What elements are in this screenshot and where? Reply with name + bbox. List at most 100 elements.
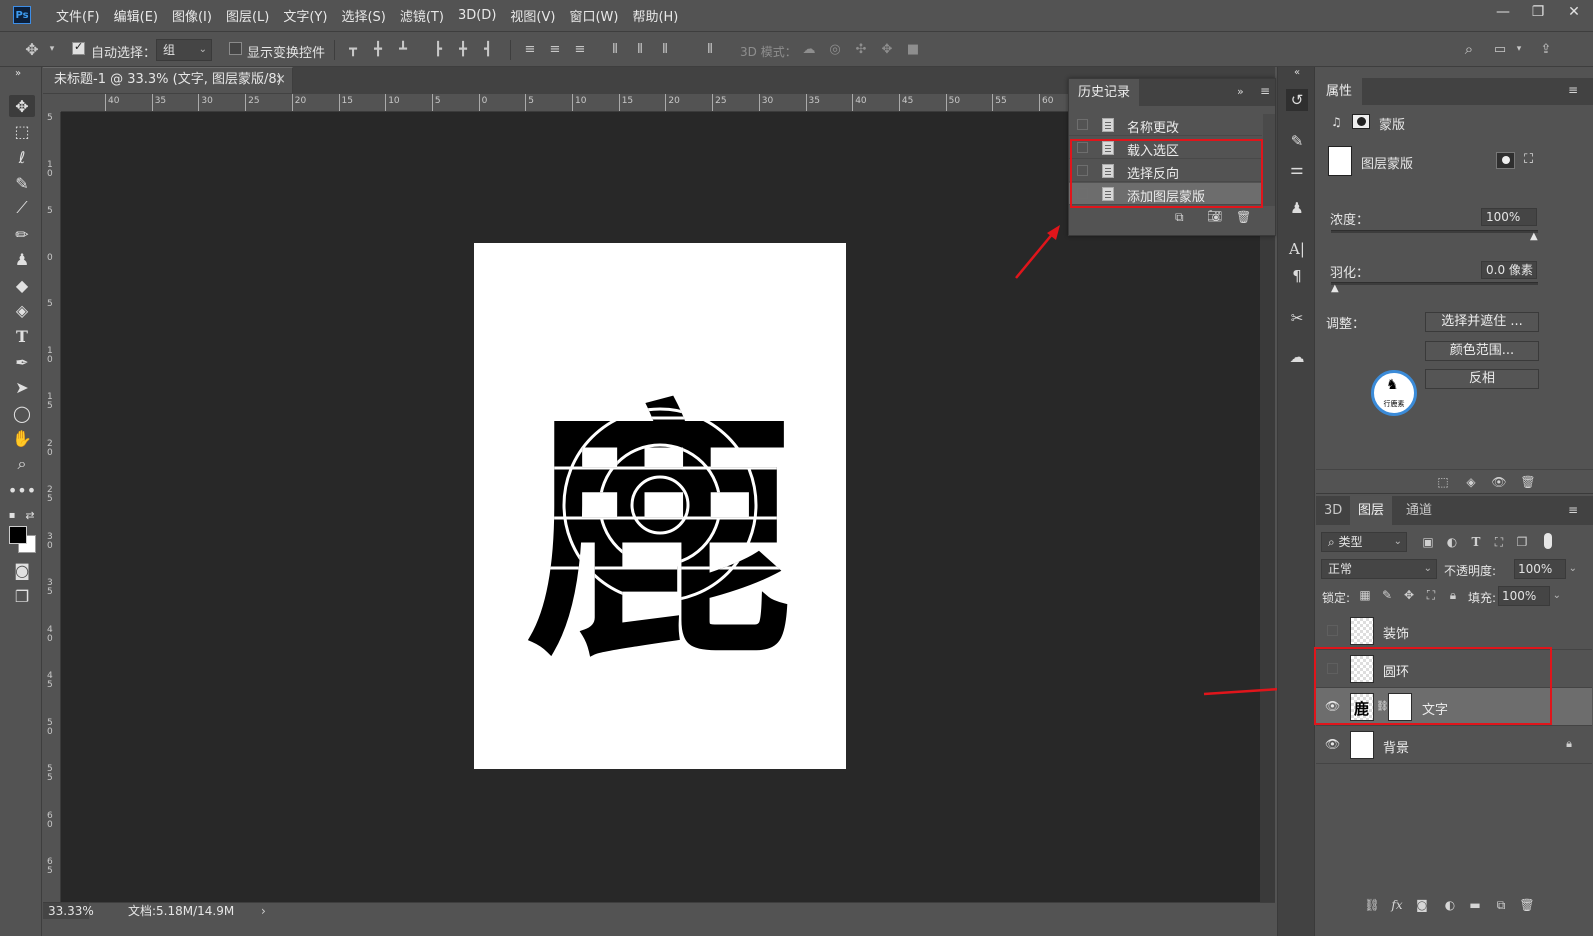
filter-pixel-icon[interactable]: ▣	[1419, 535, 1437, 551]
add-vector-mask-icon[interactable]: ⛶	[1524, 152, 1533, 167]
collapse-panel-icon[interactable]: »	[1237, 85, 1244, 98]
opacity-field[interactable]: 100% ⌄	[1514, 559, 1577, 579]
panel-menu-icon[interactable]: ≡	[1568, 503, 1578, 517]
load-selection-icon[interactable]: ⬚	[1434, 475, 1452, 491]
move-tool-icon[interactable]: ✥	[9, 95, 35, 117]
align-right-icon[interactable]: ┫	[480, 41, 496, 57]
lock-pixels-icon[interactable]: ✎	[1378, 588, 1396, 604]
eye-icon[interactable]: 👁︎	[1325, 737, 1340, 751]
layer-name[interactable]: 装饰	[1383, 623, 1409, 642]
lock-artboard-icon[interactable]: ⛶	[1422, 588, 1440, 604]
swap-colors-icon[interactable]: ⇄	[24, 504, 36, 526]
auto-select-checkbox[interactable]	[72, 40, 85, 55]
delete-mask-icon[interactable]: 🗑︎	[1519, 475, 1537, 491]
zoom-tool-icon[interactable]: ⌕	[9, 453, 35, 475]
align-vcenter-icon[interactable]: ╋	[370, 41, 386, 57]
menu-window[interactable]: 窗口(W)	[562, 6, 625, 25]
layer-name[interactable]: 背景	[1383, 737, 1409, 756]
align-top-icon[interactable]: ┳	[345, 41, 361, 57]
libraries-icon[interactable]: ☁	[1286, 346, 1308, 368]
new-adjustment-layer-icon[interactable]: ◐	[1441, 898, 1459, 914]
3d-pan-icon[interactable]: ✣	[853, 41, 869, 57]
filter-shape-icon[interactable]: ⛶	[1490, 535, 1508, 551]
dropdown-chevron-icon[interactable]: ⌄	[1569, 560, 1577, 578]
fx-icon[interactable]: fx	[1388, 898, 1406, 914]
menu-image[interactable]: 图像(I)	[165, 6, 219, 25]
blend-mode-dropdown[interactable]: 正常 ⌄	[1321, 559, 1437, 579]
menu-filter[interactable]: 滤镜(T)	[393, 6, 451, 25]
workspace-chevron-icon[interactable]: ▾	[1511, 41, 1527, 57]
default-colors-icon[interactable]: ▪	[6, 504, 18, 526]
feather-field[interactable]: 0.0 像素	[1481, 261, 1537, 279]
tab-channels[interactable]: 通道	[1398, 496, 1440, 525]
eraser-tool-icon[interactable]: ◆	[9, 274, 35, 296]
align-hcenter-icon[interactable]: ╋	[455, 41, 471, 57]
menu-edit[interactable]: 编辑(E)	[107, 6, 165, 25]
visibility-toggle[interactable]	[1327, 625, 1338, 636]
close-tab-icon[interactable]: ×	[275, 68, 286, 92]
search-icon[interactable]: ⌕	[1461, 40, 1477, 58]
panel-menu-icon[interactable]: ≡	[1568, 83, 1578, 97]
document-canvas[interactable]: 鹿 鹿	[474, 243, 846, 769]
menu-layer[interactable]: 图层(L)	[219, 6, 276, 25]
add-mask-icon[interactable]: ◙	[1413, 898, 1431, 914]
align-bottom-icon[interactable]: ┻	[395, 41, 411, 57]
tab-3d[interactable]: 3D	[1316, 496, 1350, 525]
3d-roll-icon[interactable]: ◎	[827, 41, 843, 57]
quick-select-tool-icon[interactable]: ✎	[9, 172, 35, 194]
paint-bucket-tool-icon[interactable]: ◈	[9, 299, 35, 321]
distribute-left-icon[interactable]: ⦀	[607, 41, 623, 57]
lock-all-icon[interactable]: 🔒︎	[1444, 588, 1462, 604]
brush-settings-icon[interactable]: ✎	[1286, 130, 1308, 152]
move-tool-icon[interactable]: ✥	[24, 40, 40, 59]
lasso-tool-icon[interactable]: ℓ	[9, 146, 35, 168]
density-slider[interactable]: ▲	[1331, 230, 1538, 242]
more-tools-icon[interactable]: •••	[8, 479, 36, 501]
type-tool-icon[interactable]: T	[9, 325, 35, 347]
menu-view[interactable]: 视图(V)	[503, 6, 562, 25]
3d-orbit-icon[interactable]: ☁	[801, 41, 817, 57]
feather-slider[interactable]: ▲	[1331, 282, 1538, 294]
apply-mask-icon[interactable]: ◈	[1462, 475, 1480, 491]
invert-button[interactable]: 反相	[1425, 369, 1539, 389]
auto-select-dropdown[interactable]: 组 ⌄	[156, 39, 212, 61]
filter-toggle-switch[interactable]	[1544, 533, 1552, 549]
lock-icon[interactable]: 🔒︎	[1566, 737, 1572, 751]
distribute-hcenter-icon[interactable]: ⦀	[632, 41, 648, 57]
distribute-bottom-icon[interactable]: ≡	[572, 41, 588, 57]
toggle-mask-visibility-icon[interactable]: 👁︎	[1490, 475, 1508, 491]
menu-type[interactable]: 文字(Y)	[276, 6, 334, 25]
paragraph-panel-icon[interactable]: ¶	[1286, 265, 1308, 287]
select-layer-mask-icon[interactable]	[1496, 152, 1515, 169]
document-tab[interactable]: 未标题-1 @ 33.3% (文字, 图层蒙版/8) * ×	[43, 67, 293, 111]
filter-adjustment-icon[interactable]: ◐	[1443, 535, 1461, 551]
quick-mask-icon[interactable]: ◙	[9, 559, 35, 581]
density-slider-thumb[interactable]: ▲	[1530, 231, 1538, 242]
show-transform-controls-checkbox[interactable]	[229, 42, 242, 55]
lock-position-icon[interactable]: ✥	[1400, 588, 1418, 604]
menu-3d[interactable]: 3D(D)	[451, 8, 503, 23]
distribute-vcenter-icon[interactable]: ≡	[547, 41, 563, 57]
adjustments-icon[interactable]: ⚌	[1286, 158, 1308, 180]
trash-icon[interactable]: 🗑︎	[1236, 210, 1251, 224]
new-document-from-state-icon[interactable]: ⧉	[1175, 210, 1184, 225]
history-scrollbar[interactable]	[1263, 114, 1275, 206]
color-range-button[interactable]: 颜色范围...	[1425, 341, 1539, 361]
3d-scale-icon[interactable]: ■	[905, 41, 921, 57]
tool-preset-chevron-icon[interactable]: ▾	[44, 41, 60, 57]
expand-panels-icon[interactable]: «	[1286, 66, 1308, 78]
layer-row-decoration[interactable]: 装饰	[1316, 612, 1592, 650]
menu-help[interactable]: 帮助(H)	[625, 6, 685, 25]
new-layer-icon[interactable]: ⧉	[1492, 898, 1510, 914]
layer-mask-icon[interactable]	[1352, 114, 1370, 129]
filter-type-icon[interactable]: T	[1467, 535, 1485, 551]
history-snapshot-checkbox[interactable]	[1077, 119, 1088, 130]
select-and-mask-button[interactable]: 选择并遮住 ...	[1425, 312, 1539, 332]
layer-row-background[interactable]: 👁︎ 背景 🔒︎	[1316, 726, 1592, 764]
align-left-icon[interactable]: ┣	[430, 41, 446, 57]
properties-panel-title[interactable]: 属性	[1316, 78, 1363, 105]
3d-slide-icon[interactable]: ✥	[879, 41, 895, 57]
dropdown-chevron-icon[interactable]: ⌄	[1553, 587, 1561, 605]
restore-button[interactable]: ❐	[1520, 4, 1556, 24]
feather-slider-thumb[interactable]: ▲	[1331, 283, 1339, 294]
